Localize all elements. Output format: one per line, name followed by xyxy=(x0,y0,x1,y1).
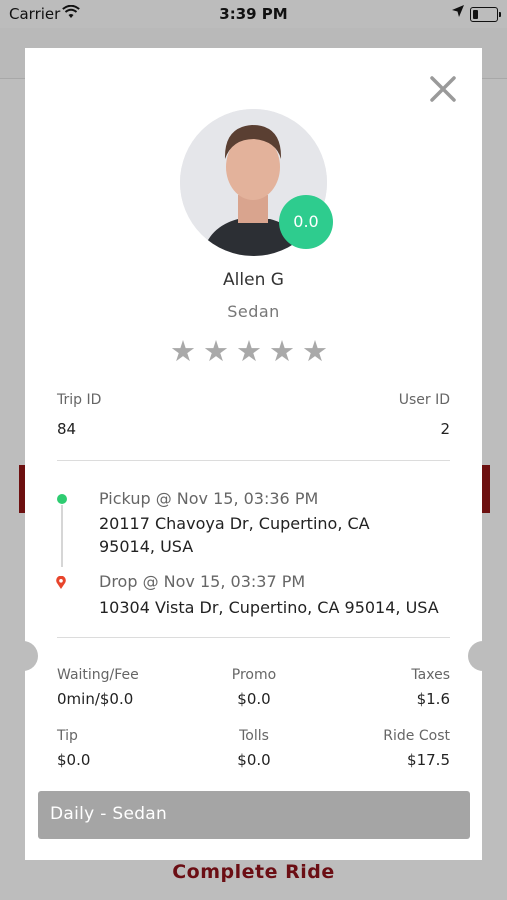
driver-name: Allen G xyxy=(223,270,284,290)
ride-cost-label: Ride Cost xyxy=(383,728,450,744)
pickup-address-line1: 20117 Chavoya Dr, Cupertino, CA xyxy=(99,514,370,533)
pickup-dot-icon xyxy=(57,494,67,504)
status-bar: Carrier 3:39 PM xyxy=(0,0,507,28)
drop-pin-icon xyxy=(55,575,67,594)
trip-id-label: Trip ID xyxy=(57,392,102,408)
star-icon[interactable]: ★ xyxy=(170,336,196,366)
complete-ride-button[interactable]: Complete Ride xyxy=(0,861,507,883)
plan-banner: Daily - Sedan xyxy=(38,791,470,839)
tip-value: $0.0 xyxy=(57,751,91,769)
promo-value: $0.0 xyxy=(237,690,271,708)
star-icon[interactable]: ★ xyxy=(302,336,328,366)
drop-title: Drop @ Nov 15, 03:37 PM xyxy=(99,572,306,591)
star-icon[interactable]: ★ xyxy=(269,336,295,366)
waiting-fee-value: 0min/$0.0 xyxy=(57,690,134,708)
ride-cost-value: $17.5 xyxy=(407,751,450,769)
promo-label: Promo xyxy=(231,667,277,683)
waiting-fee-label: Waiting/Fee xyxy=(57,667,139,683)
pickup-title: Pickup @ Nov 15, 03:36 PM xyxy=(99,489,319,508)
vehicle-type: Sedan xyxy=(227,302,280,321)
tolls-label: Tolls xyxy=(239,728,269,744)
background-panel-edge xyxy=(482,465,490,513)
battery-icon xyxy=(470,7,501,22)
star-icon[interactable]: ★ xyxy=(203,336,229,366)
pickup-address-line2: 95014, USA xyxy=(99,537,194,556)
tip-label: Tip xyxy=(57,728,78,744)
trip-id-value: 84 xyxy=(57,420,77,438)
divider xyxy=(57,460,450,461)
card-notch-right xyxy=(468,641,490,671)
close-icon[interactable] xyxy=(430,76,456,102)
route-line xyxy=(61,505,63,567)
taxes-value: $1.6 xyxy=(416,690,450,708)
divider xyxy=(57,637,450,638)
user-id-label: User ID xyxy=(398,392,450,408)
star-icon[interactable]: ★ xyxy=(236,336,262,366)
tolls-value: $0.0 xyxy=(237,751,271,769)
drop-address: 10304 Vista Dr, Cupertino, CA 95014, USA xyxy=(99,598,439,617)
user-id-value: 2 xyxy=(440,420,450,438)
location-arrow-icon xyxy=(451,4,465,22)
rating-badge: 0.0 xyxy=(279,195,333,249)
clock: 3:39 PM xyxy=(219,5,288,23)
plan-label: Daily - Sedan xyxy=(50,804,168,824)
star-rating[interactable]: ★ ★ ★ ★ ★ xyxy=(170,336,328,366)
taxes-label: Taxes xyxy=(411,667,450,683)
